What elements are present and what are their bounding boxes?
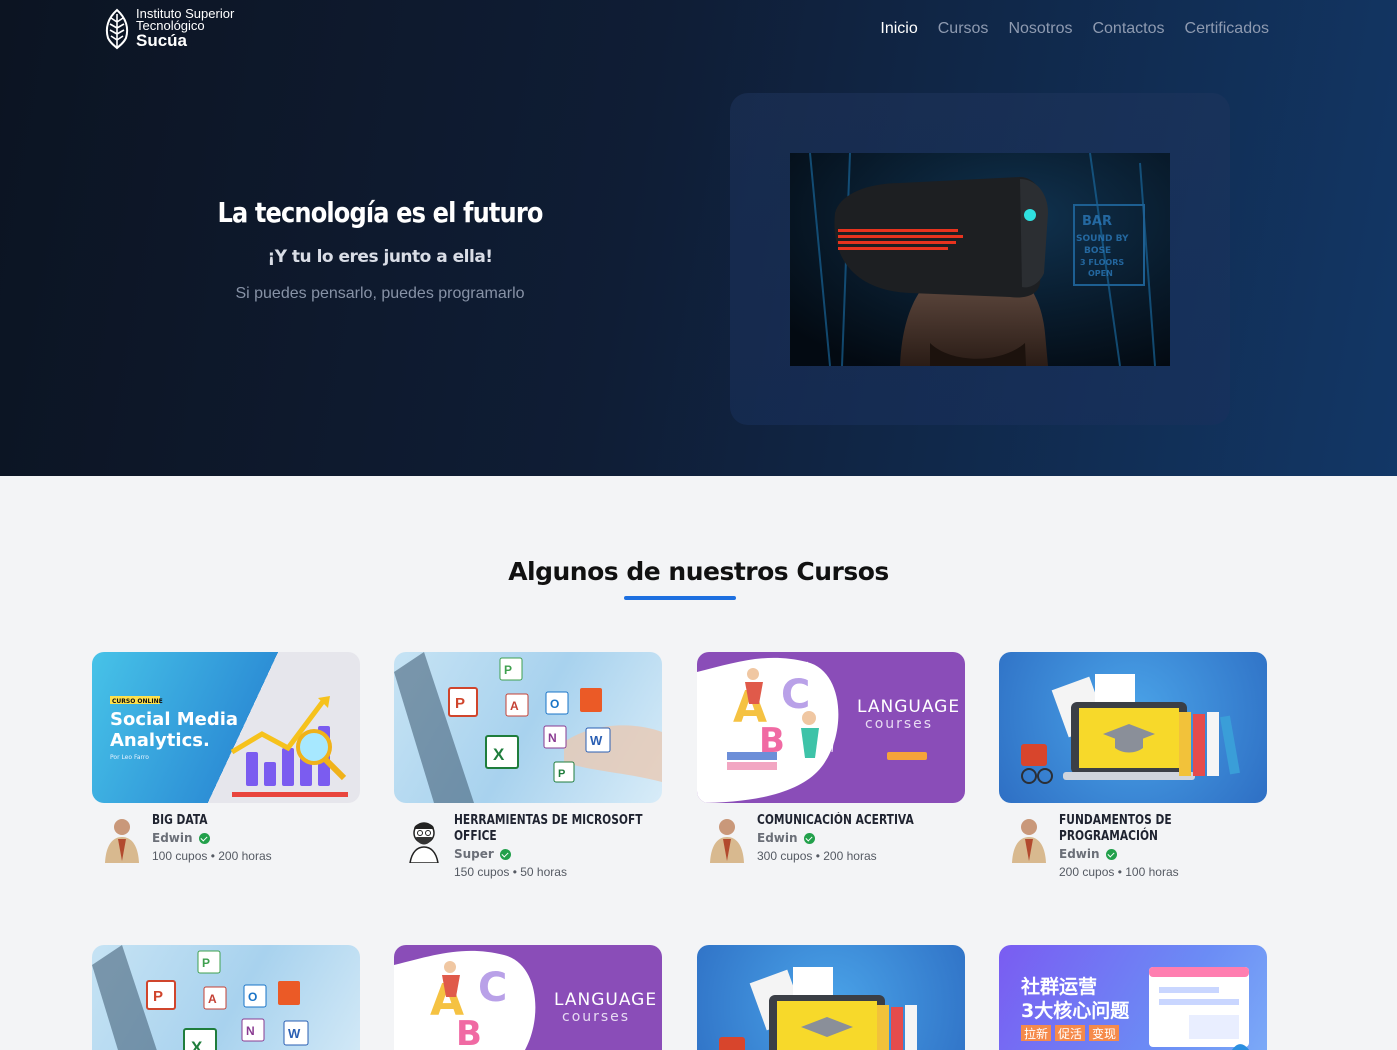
thumb-line-2: courses <box>562 1009 630 1025</box>
thumb-line-2: Analytics. <box>110 730 210 751</box>
course-card-row2-language[interactable]: LANGUAGE courses A C B <box>394 945 662 1050</box>
course-thumbnail[interactable]: P P A O X N W P <box>394 652 662 803</box>
svg-text:P: P <box>455 695 465 712</box>
svg-text:P: P <box>153 988 163 1005</box>
svg-text:C: C <box>478 965 507 1011</box>
course-author: Super <box>454 847 684 861</box>
svg-text:X: X <box>493 745 505 764</box>
nav-link-contactos[interactable]: Contactos <box>1092 20 1164 38</box>
author-avatar <box>705 813 749 863</box>
svg-text:C: C <box>781 672 810 718</box>
svg-text:A: A <box>510 699 519 713</box>
thumb-line-1: LANGUAGE <box>857 697 960 717</box>
sign-text-4: 3 FLOORS <box>1080 258 1124 267</box>
verified-check-icon <box>499 848 511 860</box>
sign-text-5: OPEN <box>1088 269 1113 278</box>
sign-text-1: BAR <box>1082 214 1112 229</box>
svg-text:P: P <box>558 768 565 780</box>
nav-menu: Inicio Cursos Nosotros Contactos Certifi… <box>880 20 1269 38</box>
svg-text:P: P <box>202 956 210 970</box>
course-stats: 200 cupos • 100 horas <box>1059 865 1179 879</box>
logo-name: Sucúa <box>136 31 188 50</box>
thumb-tag-3: 变现 <box>1092 1026 1116 1041</box>
thumb-line-2: 3大核心问题 <box>1021 999 1129 1022</box>
thumb-by: Por Leo Farro <box>110 754 149 761</box>
svg-text:P: P <box>504 663 512 677</box>
thumb-line-2: courses <box>865 716 933 732</box>
svg-text:O: O <box>248 990 257 1004</box>
verified-check-icon <box>1105 848 1117 860</box>
svg-text:A: A <box>208 992 217 1006</box>
svg-text:W: W <box>288 1026 301 1041</box>
verified-check-icon <box>803 832 815 844</box>
course-card-office[interactable]: P P A O X N W P HERRAMIENTAS DE MICROSOF… <box>394 652 662 879</box>
course-thumbnail[interactable]: P P A O X N W <box>92 945 360 1050</box>
thumb-badge: CURSO ONLINE <box>112 698 163 705</box>
course-author: Edwin <box>757 831 987 845</box>
site-logo[interactable]: Instituto Superior Tecnológico Sucúa <box>102 7 234 50</box>
svg-text:W: W <box>590 733 603 748</box>
top-navbar: Instituto Superior Tecnológico Sucúa Ini… <box>0 0 1397 62</box>
sign-text-2: SOUND BY <box>1076 234 1129 244</box>
sign-text-3: BOSE <box>1084 246 1111 256</box>
thumb-tag-2: 促活 <box>1058 1027 1082 1041</box>
thumb-line-1: Social Media <box>110 709 238 730</box>
course-thumbnail[interactable] <box>999 652 1267 803</box>
course-stats: 100 cupos • 200 horas <box>152 849 272 863</box>
course-thumbnail[interactable] <box>697 945 965 1050</box>
nav-link-nosotros[interactable]: Nosotros <box>1008 20 1072 38</box>
course-title[interactable]: HERRAMIENTAS DE MICROSOFT OFFICE <box>454 813 643 845</box>
hero-tagline: Si puedes pensarlo, puedes programarlo <box>235 285 525 302</box>
hero-section: Instituto Superior Tecnológico Sucúa Ini… <box>0 0 1397 476</box>
hero-image-card: BAR SOUND BY BOSE 3 FLOORS OPEN <box>730 93 1230 425</box>
title-underline <box>624 596 736 600</box>
course-stats: 300 cupos • 200 horas <box>757 849 877 863</box>
svg-text:N: N <box>548 731 557 745</box>
course-card-big-data[interactable]: CURSO ONLINE Social Media Analytics. Por… <box>92 652 360 863</box>
course-author: Edwin <box>152 831 382 845</box>
author-avatar <box>402 813 446 863</box>
author-avatar <box>100 813 144 863</box>
leaf-logo-icon <box>105 8 129 50</box>
course-thumbnail[interactable]: CURSO ONLINE Social Media Analytics. Por… <box>92 652 360 803</box>
course-thumbnail[interactable]: LANGUAGE courses A C B <box>697 652 965 803</box>
thumb-line-1: 社群运营 <box>1020 975 1097 998</box>
hero-title: La tecnología es el futuro <box>217 196 543 229</box>
svg-text:B: B <box>456 1014 482 1050</box>
vr-headset-photo: BAR SOUND BY BOSE 3 FLOORS OPEN <box>790 153 1170 366</box>
svg-text:N: N <box>246 1024 255 1038</box>
svg-text:O: O <box>550 697 559 711</box>
course-card-row2-office[interactable]: P P A O X N W <box>92 945 360 1050</box>
course-thumbnail[interactable]: 社群运营 3大核心问题 拉新 促活 变现 <box>999 945 1267 1050</box>
nav-link-cursos[interactable]: Cursos <box>938 20 989 38</box>
course-title[interactable]: COMUNICACIÓN ACERTIVA <box>757 813 946 829</box>
course-title[interactable]: BIG DATA <box>152 813 341 829</box>
author-avatar <box>1007 813 1051 863</box>
thumb-tag-1: 拉新 <box>1024 1026 1048 1041</box>
course-card-comunicacion[interactable]: LANGUAGE courses A C B COMUNICACIÓN ACER… <box>697 652 965 863</box>
nav-link-certificados[interactable]: Certificados <box>1185 20 1269 38</box>
nav-link-inicio[interactable]: Inicio <box>880 20 917 38</box>
verified-check-icon <box>198 832 210 844</box>
thumb-line-1: LANGUAGE <box>554 990 657 1010</box>
course-title[interactable]: FUNDAMENTOS DE PROGRAMACIÓN <box>1059 813 1248 845</box>
course-stats: 150 cupos • 50 horas <box>454 865 567 879</box>
course-thumbnail[interactable]: LANGUAGE courses A C B <box>394 945 662 1050</box>
svg-text:X: X <box>191 1038 203 1050</box>
course-card-programacion[interactable]: FUNDAMENTOS DE PROGRAMACIÓN Edwin 200 cu… <box>999 652 1267 879</box>
hero-text-block: La tecnología es el futuro ¡Y tu lo eres… <box>180 196 580 303</box>
section-title: Algunos de nuestros Cursos <box>508 557 889 586</box>
course-card-row2-programacion[interactable] <box>697 945 965 1050</box>
hero-subtitle: ¡Y tu lo eres junto a ella! <box>267 247 493 267</box>
course-card-row2-social[interactable]: 社群运营 3大核心问题 拉新 促活 变现 <box>999 945 1267 1050</box>
course-author: Edwin <box>1059 847 1289 861</box>
